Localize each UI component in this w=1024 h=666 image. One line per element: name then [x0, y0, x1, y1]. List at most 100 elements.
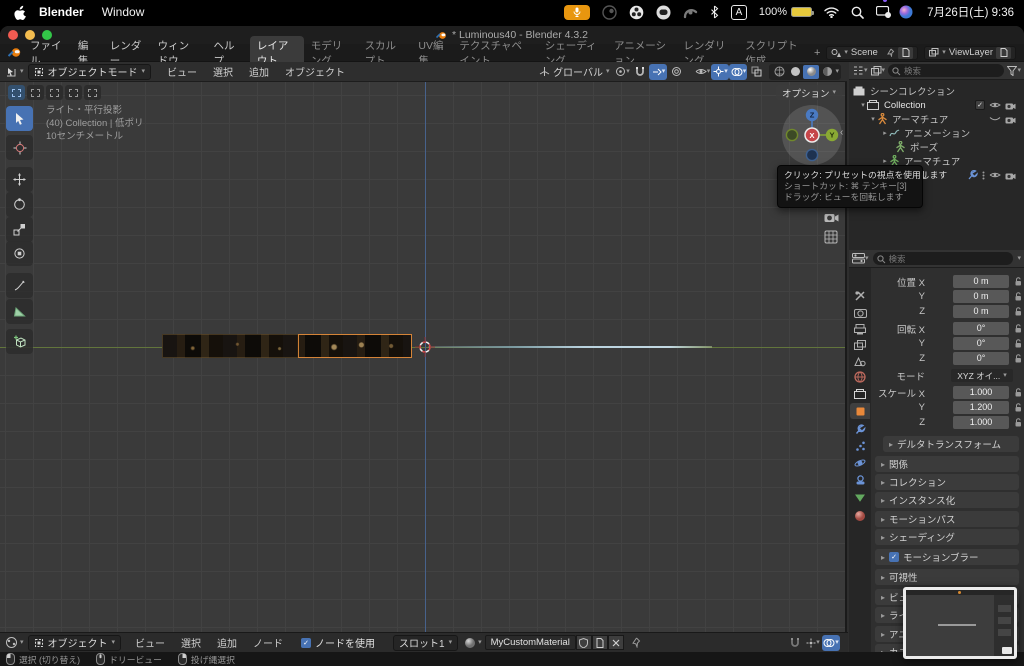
lock-icon[interactable]: [1014, 292, 1023, 302]
section-delta-transform[interactable]: ▸ デルタトランスフォーム: [883, 436, 1019, 452]
object-type-visibility-dropdown[interactable]: ▾: [693, 64, 711, 80]
macos-window-menu[interactable]: Window: [102, 5, 145, 19]
shader-snap-toggle[interactable]: [786, 635, 804, 651]
gizmo-z-label[interactable]: Z: [810, 111, 815, 120]
tab-modifiers[interactable]: [850, 421, 870, 437]
screen-mirroring-icon[interactable]: [876, 0, 892, 18]
new-viewlayer-button[interactable]: [996, 46, 1011, 59]
gizmo-y-label[interactable]: Y: [829, 131, 834, 140]
armature-bone-wire[interactable]: [428, 346, 712, 348]
section-shading[interactable]: ▸ シェーディング: [875, 529, 1019, 545]
scale-x-field[interactable]: 1.000: [953, 386, 1009, 399]
outliner-row-collection[interactable]: ▾ Collection ✓: [849, 98, 1024, 112]
new-material-button[interactable]: [591, 635, 608, 650]
location-y-field[interactable]: 0 m: [953, 290, 1009, 303]
outliner-search[interactable]: [888, 64, 1005, 77]
options-dropdown[interactable]: オプション ▾: [776, 85, 843, 100]
ortho-toggle-button[interactable]: [822, 228, 840, 246]
use-nodes-checkbox[interactable]: ✓: [301, 637, 312, 648]
collapse-icon[interactable]: ▾: [869, 115, 877, 123]
properties-options-chevron[interactable]: ▾: [1017, 255, 1021, 262]
outliner-filter-id-dropdown[interactable]: ▾: [870, 65, 885, 76]
disable-render-camera-icon[interactable]: [1005, 115, 1016, 124]
camera-view-button[interactable]: [822, 208, 840, 226]
pin-icon[interactable]: [887, 48, 895, 57]
tab-object[interactable]: [850, 403, 870, 419]
menubar-clock[interactable]: 7月26日(土) 9:36: [927, 4, 1014, 20]
hide-eye-icon[interactable]: [989, 101, 1001, 109]
outliner-row-animation[interactable]: ▸ アニメーション: [849, 126, 1024, 140]
rotation-x-field[interactable]: 0°: [953, 322, 1009, 335]
pin-icon[interactable]: [631, 637, 641, 648]
macos-app-name[interactable]: Blender: [39, 5, 84, 19]
shader-node-menu[interactable]: ノード: [245, 635, 291, 650]
scale-z-field[interactable]: 1.000: [953, 416, 1009, 429]
select-mode-subtract[interactable]: [46, 85, 63, 100]
fan-icon[interactable]: [629, 5, 644, 20]
tab-render[interactable]: [850, 305, 870, 321]
sidebar-collapse-arrow[interactable]: ‹: [840, 127, 843, 138]
cursor-tool[interactable]: [6, 135, 33, 160]
battery-indicator[interactable]: 100%: [759, 6, 815, 18]
input-source-icon[interactable]: A: [730, 4, 747, 20]
select-mode-intersect[interactable]: [84, 85, 101, 100]
outliner-row-pose[interactable]: ポーズ: [849, 140, 1024, 154]
shader-editor-type-button[interactable]: ▾: [5, 636, 24, 649]
select-mode-invert[interactable]: [65, 85, 82, 100]
transform-tool[interactable]: [6, 241, 33, 266]
outliner-row-scene-collection[interactable]: シーンコレクション: [849, 84, 1024, 98]
siri-icon[interactable]: [899, 5, 913, 19]
properties-editor-type-dropdown[interactable]: ▾: [852, 253, 869, 264]
navigation-gizmo[interactable]: Z Y X: [780, 103, 844, 167]
move-tool[interactable]: [6, 167, 33, 192]
apple-menu-icon[interactable]: [14, 5, 27, 20]
section-collections[interactable]: ▸ コレクション: [875, 474, 1019, 490]
shader-snap-target-dropdown[interactable]: ▾: [804, 635, 822, 651]
shading-material-button[interactable]: [803, 64, 820, 79]
select-mode-new[interactable]: [8, 85, 25, 100]
mode-dropdown[interactable]: オブジェクトモード ▾: [27, 63, 152, 80]
tab-tool[interactable]: [850, 288, 870, 304]
use-nodes-toggle[interactable]: ✓ ノードを使用: [301, 635, 375, 650]
measure-tool[interactable]: [6, 299, 33, 324]
pivot-point-dropdown[interactable]: ▾: [613, 64, 631, 80]
xray-toggle[interactable]: [747, 64, 765, 80]
slot-dropdown[interactable]: スロット1 ▾: [393, 634, 459, 651]
eye-closed-icon[interactable]: [989, 116, 1001, 123]
tab-scene[interactable]: [850, 353, 870, 369]
material-name-field[interactable]: MyCustomMaterial: [484, 635, 576, 650]
microphone-status-icon[interactable]: [563, 4, 590, 20]
snap-toggle[interactable]: [631, 64, 649, 80]
lock-icon[interactable]: [1014, 403, 1023, 413]
shading-solid-button[interactable]: [787, 65, 803, 79]
rotation-z-field[interactable]: 0°: [953, 352, 1009, 365]
outliner-search-input[interactable]: [904, 64, 986, 77]
shader-select-menu[interactable]: 選択: [173, 635, 209, 650]
location-x-field[interactable]: 0 m: [953, 275, 1009, 288]
scene-selector[interactable]: ▾ Scene: [826, 45, 919, 60]
rotate-tool[interactable]: [6, 192, 33, 217]
lock-icon[interactable]: [1014, 418, 1023, 428]
expand-icon[interactable]: ▸: [881, 129, 889, 137]
shader-add-menu[interactable]: 追加: [209, 635, 245, 650]
tab-viewlayer[interactable]: [850, 337, 870, 353]
disable-render-camera-icon[interactable]: [1005, 171, 1016, 180]
orientation-dropdown[interactable]: グローバル ▾: [539, 64, 609, 79]
shading-wireframe-button[interactable]: [771, 65, 787, 79]
lowpoly-mesh-object[interactable]: [162, 334, 412, 358]
tab-material[interactable]: [850, 508, 870, 524]
editor-type-button[interactable]: ▾: [5, 66, 24, 78]
shader-mode-dropdown[interactable]: オブジェクト ▾: [27, 634, 122, 651]
location-z-field[interactable]: 0 m: [953, 305, 1009, 318]
scale-tool[interactable]: [6, 217, 33, 242]
shader-view-menu[interactable]: ビュー: [127, 635, 173, 650]
annotate-tool[interactable]: [6, 273, 33, 298]
line-icon[interactable]: [656, 5, 671, 20]
close-window-button[interactable]: [8, 30, 18, 40]
viewlayer-selector[interactable]: ▾ ViewLayer: [924, 45, 1016, 60]
add-menu[interactable]: 追加: [241, 64, 277, 79]
properties-search-input[interactable]: [888, 252, 988, 265]
motion-blur-checkbox[interactable]: ✓: [889, 552, 900, 562]
outliner-filter-button[interactable]: ▾: [1007, 65, 1021, 76]
rotation-mode-dropdown[interactable]: XYZ オイ... ▾: [951, 369, 1013, 382]
